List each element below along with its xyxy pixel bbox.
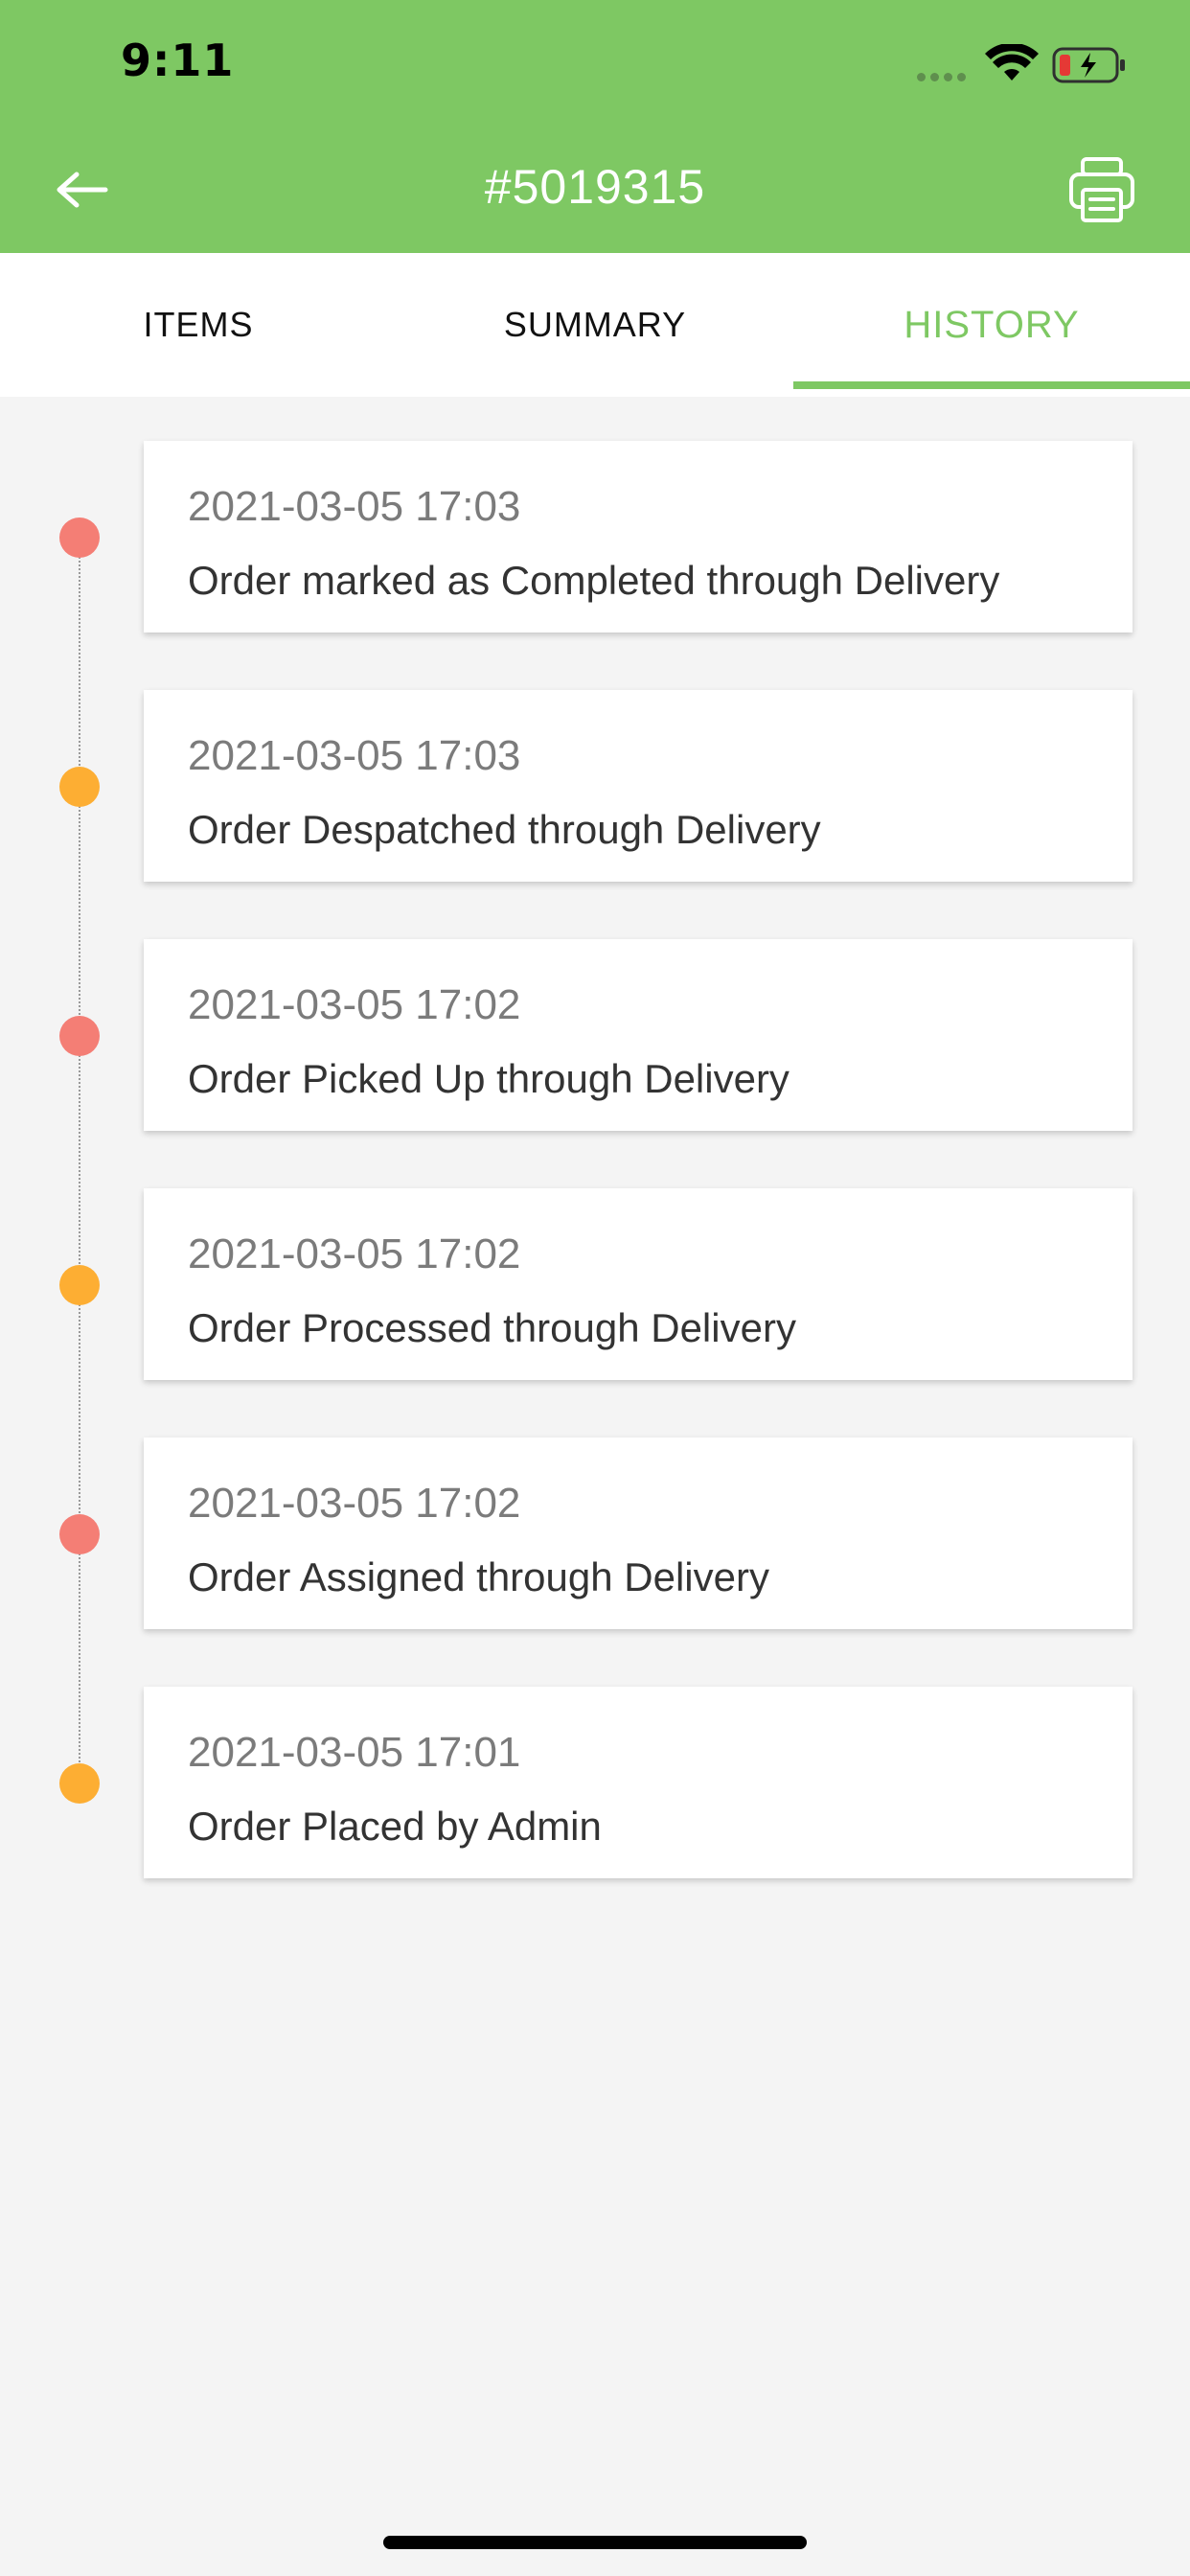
tab-summary[interactable]: SUMMARY — [397, 253, 793, 397]
status-bar-time: 9:11 — [121, 34, 235, 86]
tab-history[interactable]: HISTORY — [793, 253, 1190, 397]
history-timestamp: 2021-03-05 17:03 — [188, 732, 521, 779]
tab-items[interactable]: ITEMS — [0, 253, 397, 397]
print-button[interactable] — [1065, 153, 1138, 226]
history-description: Order marked as Completed through Delive… — [188, 558, 1000, 603]
timeline-dot — [59, 1514, 100, 1554]
history-item: 2021-03-05 17:02 Order Assigned through … — [0, 1438, 1190, 1629]
history-timestamp: 2021-03-05 17:02 — [188, 1480, 521, 1527]
timeline-dot — [59, 518, 100, 558]
history-card: 2021-03-05 17:02 Order Picked Up through… — [144, 939, 1133, 1131]
battery-charging-icon — [1052, 47, 1125, 83]
page-title: #5019315 — [484, 160, 706, 214]
history-item: 2021-03-05 17:02 Order Picked Up through… — [0, 939, 1190, 1131]
history-description: Order Despatched through Delivery — [188, 807, 821, 852]
history-description: Order Assigned through Delivery — [188, 1554, 769, 1599]
history-description: Order Processed through Delivery — [188, 1305, 796, 1350]
history-timestamp: 2021-03-05 17:03 — [188, 483, 521, 530]
history-card: 2021-03-05 17:03 Order marked as Complet… — [144, 441, 1133, 632]
app-header: 9:11 #5019315 — [0, 0, 1190, 253]
wifi-icon — [985, 44, 1039, 80]
history-item: 2021-03-05 17:01 Order Placed by Admin — [0, 1687, 1190, 1878]
home-indicator — [383, 2536, 807, 2549]
history-timestamp: 2021-03-05 17:02 — [188, 981, 521, 1028]
history-card: 2021-03-05 17:03 Order Despatched throug… — [144, 690, 1133, 882]
history-item: 2021-03-05 17:03 Order marked as Complet… — [0, 441, 1190, 632]
history-timeline: 2021-03-05 17:03 Order marked as Complet… — [0, 397, 1190, 1930]
tab-bar: ITEMS SUMMARY HISTORY — [0, 253, 1190, 397]
printer-icon — [1069, 157, 1134, 222]
cellular-signal-icon — [917, 73, 966, 81]
history-timestamp: 2021-03-05 17:02 — [188, 1230, 521, 1277]
timeline-dot — [59, 1265, 100, 1305]
history-description: Order Placed by Admin — [188, 1804, 602, 1849]
timeline-dot — [59, 767, 100, 807]
history-timestamp: 2021-03-05 17:01 — [188, 1729, 521, 1776]
history-description: Order Picked Up through Delivery — [188, 1056, 790, 1101]
history-card: 2021-03-05 17:01 Order Placed by Admin — [144, 1687, 1133, 1878]
timeline-dot — [59, 1763, 100, 1804]
history-item: 2021-03-05 17:03 Order Despatched throug… — [0, 690, 1190, 882]
history-item: 2021-03-05 17:02 Order Processed through… — [0, 1188, 1190, 1380]
history-card: 2021-03-05 17:02 Order Processed through… — [144, 1188, 1133, 1380]
timeline-dot — [59, 1016, 100, 1056]
history-card: 2021-03-05 17:02 Order Assigned through … — [144, 1438, 1133, 1629]
